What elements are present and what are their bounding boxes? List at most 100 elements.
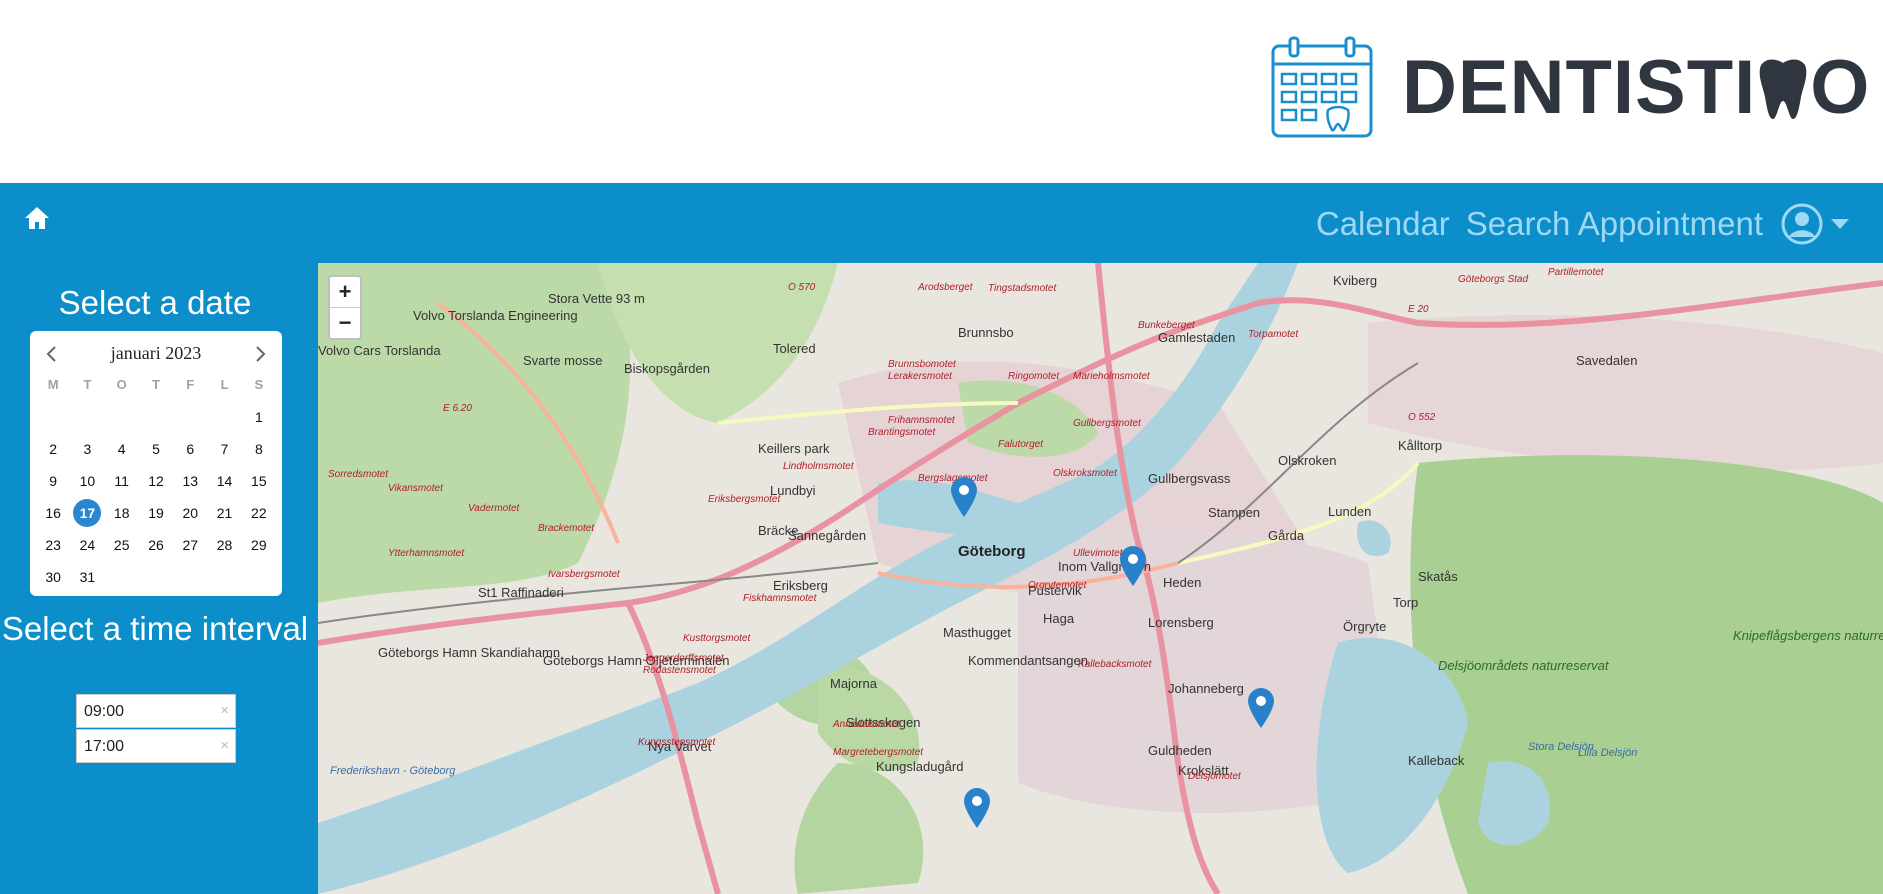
clear-time-from-icon[interactable]: ×: [220, 702, 229, 719]
zoom-out-button[interactable]: −: [330, 308, 360, 338]
calendar-day[interactable]: 27: [173, 529, 207, 561]
calendar-day[interactable]: 22: [242, 497, 276, 529]
calendar-empty-cell: [173, 561, 207, 593]
calendar-day[interactable]: 12: [139, 465, 173, 497]
calendar-day[interactable]: 19: [139, 497, 173, 529]
calendar-day[interactable]: 21: [207, 497, 241, 529]
map-road-label: E 20: [1408, 304, 1429, 315]
calendar-day[interactable]: 15: [242, 465, 276, 497]
map-place-label: Olskroken: [1278, 453, 1337, 468]
clinic-map[interactable]: + − Göteborg Gamlestaden Kviberg Brunnsbo To…: [318, 263, 1883, 894]
clinic-marker-icon[interactable]: [1248, 688, 1274, 728]
map-road-label: Lerakersmotet: [888, 371, 952, 382]
calendar-day[interactable]: 30: [36, 561, 70, 593]
clinic-marker-icon[interactable]: [964, 788, 990, 828]
calendar-day[interactable]: 7: [207, 433, 241, 465]
time-from-input[interactable]: 09:00 ×: [76, 694, 236, 728]
brand-name-part2: O: [1810, 45, 1871, 130]
calendar-day[interactable]: 10: [70, 465, 104, 497]
calendar-day-number: 21: [216, 505, 233, 521]
nav-calendar-link[interactable]: Calendar: [1316, 205, 1450, 243]
weekday-label: O: [116, 377, 127, 392]
calendar-day[interactable]: 9: [36, 465, 70, 497]
calendar-day[interactable]: 23: [36, 529, 70, 561]
calendar-day[interactable]: 26: [139, 529, 173, 561]
calendar-day[interactable]: 24: [70, 529, 104, 561]
map-road-label: Kungsstensmotet: [638, 737, 716, 748]
map-road-label: Torpamotet: [1248, 329, 1299, 340]
calendar-day[interactable]: 3: [70, 433, 104, 465]
calendar-day[interactable]: 11: [105, 465, 139, 497]
map-place-label: Kålltorp: [1398, 438, 1443, 453]
clinic-marker-icon[interactable]: [951, 477, 977, 517]
calendar-day[interactable]: 20: [173, 497, 207, 529]
calendar-day[interactable]: 4: [105, 433, 139, 465]
chevron-right-icon[interactable]: [250, 343, 270, 365]
map-place-label: Kommendantsangen: [968, 653, 1088, 668]
map-place-label: Volvo Cars Torslanda: [318, 343, 441, 358]
dentistimo-logo[interactable]: DENTISTI O: [1270, 36, 1870, 140]
calendar-day[interactable]: 29: [242, 529, 276, 561]
map-place-label: Guldheden: [1148, 743, 1212, 758]
map-place-label: Tolered: [773, 341, 816, 356]
calendar-day-number: 29: [251, 537, 267, 553]
time-to-input[interactable]: 17:00 ×: [76, 729, 236, 763]
clear-time-to-icon[interactable]: ×: [220, 737, 229, 754]
weekday-label: M: [47, 377, 59, 392]
calendar-day[interactable]: 16: [36, 497, 70, 529]
calendar-day-number: 15: [251, 473, 267, 489]
select-date-title: Select a date: [58, 284, 252, 321]
map-road-label: Jaegerdorffsmotet: [643, 653, 724, 664]
zoom-in-button[interactable]: +: [330, 277, 360, 308]
map-road-label: Brunnsbomotet: [888, 359, 956, 370]
map-road-label: O 552: [1408, 412, 1436, 423]
map-road-label: Brantingsmotet: [868, 427, 936, 438]
map-place-label: Savedalen: [1576, 353, 1638, 368]
calendar-day[interactable]: 6: [173, 433, 207, 465]
calendar-day[interactable]: 31: [70, 561, 104, 593]
calendar-empty-cell: [139, 401, 173, 433]
calendar-empty-cell: [70, 401, 104, 433]
calendar-day[interactable]: 28: [207, 529, 241, 561]
calendar-day-number: 20: [182, 505, 199, 521]
map-road-label: Marieholmsmotet: [1073, 371, 1150, 382]
brand-name-part1: DENTISTI: [1402, 45, 1757, 130]
calendar-day[interactable]: 1: [242, 401, 276, 433]
map-road-label: Kusttorgsmotet: [683, 633, 751, 644]
calendar-day-number: 9: [49, 473, 58, 489]
calendar-day-number: 12: [148, 473, 164, 489]
calendar-month-label: januari 2023: [110, 343, 202, 363]
weekday-label: T: [83, 377, 92, 392]
clinic-marker-icon[interactable]: [1120, 546, 1146, 586]
map-place-label: Gamlestaden: [1158, 330, 1236, 345]
calendar-day[interactable]: 8: [242, 433, 276, 465]
selected-day[interactable]: 17: [70, 497, 104, 529]
home-icon[interactable]: [24, 205, 50, 231]
calendar-day[interactable]: 14: [207, 465, 241, 497]
map-place-label: Lunden: [1328, 504, 1372, 519]
map-place-label: Gullbergsvass: [1148, 471, 1231, 486]
calendar-empty-cell: [173, 401, 207, 433]
calendar-day[interactable]: 5: [139, 433, 173, 465]
map-road-label: Sorredsmotet: [328, 469, 389, 480]
map-place-label: Masthugget: [943, 625, 1011, 640]
map-place-label: Örgryte: [1343, 619, 1387, 634]
map-place-label: Kviberg: [1333, 273, 1378, 288]
map-place-label: St1 Raffinaderi: [478, 585, 564, 600]
brand-name: DENTISTI O: [1402, 50, 1870, 126]
map-road-label: Vadermotet: [468, 503, 520, 514]
map-place-label: Eriksberg: [773, 578, 828, 593]
time-from-value: 09:00: [84, 703, 125, 720]
map-place-label: Volvo Torslanda Engineering: [413, 308, 578, 323]
map-road-label: Olskroksmotet: [1053, 468, 1117, 479]
calendar-day[interactable]: 25: [105, 529, 139, 561]
user-menu-dropdown[interactable]: [1781, 203, 1849, 245]
calendar-day-number: 2: [49, 441, 58, 457]
navbar: Calendar Search Appointment: [0, 183, 1883, 263]
calendar-day[interactable]: 18: [105, 497, 139, 529]
time-to-value: 17:00: [84, 738, 125, 755]
calendar-day[interactable]: 2: [36, 433, 70, 465]
calendar-day-number: 19: [148, 505, 164, 521]
calendar-day[interactable]: 13: [173, 465, 207, 497]
nav-search-appointment-link[interactable]: Search Appointment: [1466, 205, 1763, 243]
